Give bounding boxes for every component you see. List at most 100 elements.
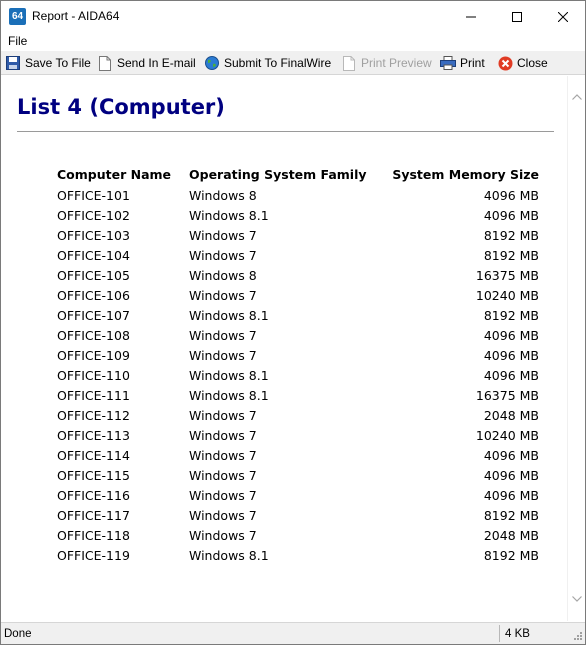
minimize-button[interactable] [448, 1, 494, 32]
computer-name-cell: OFFICE-110 [57, 367, 130, 383]
computer-name-cell: OFFICE-104 [57, 247, 130, 263]
computer-name-cell: OFFICE-117 [57, 507, 130, 523]
computer-name-cell: OFFICE-105 [57, 267, 130, 283]
os-family-cell: Windows 7 [189, 347, 257, 363]
report-size-text: 4 KB [505, 628, 530, 640]
status-bar: Done 4 KB [1, 622, 585, 644]
table-row: OFFICE-117 Windows 7 8192 MB [53, 505, 543, 525]
submit-finalwire-label: Submit To FinalWire [224, 56, 332, 70]
menu-bar: File [1, 32, 585, 51]
report-title: List 4 (Computer) [17, 95, 225, 119]
os-family-cell: Windows 7 [189, 447, 257, 463]
computer-name-cell: OFFICE-109 [57, 347, 130, 363]
computer-name-cell: OFFICE-116 [57, 487, 130, 503]
computer-name-cell: OFFICE-107 [57, 307, 130, 323]
memory-size-cell: 8192 MB [483, 547, 539, 563]
computer-name-cell: OFFICE-119 [57, 547, 130, 563]
save-to-file-button[interactable]: Save To File [5, 54, 91, 72]
document-icon [341, 55, 357, 71]
title-divider [17, 131, 554, 132]
table-row: OFFICE-109 Windows 7 4096 MB [53, 345, 543, 365]
maximize-icon [512, 11, 522, 22]
title-bar[interactable]: 64 Report - AIDA64 [1, 1, 585, 32]
table-row: OFFICE-119 Windows 8.1 8192 MB [53, 545, 543, 565]
close-label: Close [517, 56, 548, 70]
floppy-disk-icon [5, 55, 21, 71]
window-title: Report - AIDA64 [32, 9, 120, 23]
memory-size-cell: 4096 MB [483, 487, 539, 503]
report-content: List 4 (Computer) Computer Name Operatin… [2, 76, 567, 621]
menu-file[interactable]: File [8, 34, 27, 48]
memory-size-cell: 8192 MB [483, 227, 539, 243]
memory-size-cell: 16375 MB [475, 387, 539, 403]
table-row: OFFICE-111 Windows 8.1 16375 MB [53, 385, 543, 405]
chevron-down-icon [572, 596, 582, 602]
os-family-cell: Windows 8 [189, 267, 257, 283]
os-family-cell: Windows 7 [189, 427, 257, 443]
print-label: Print [460, 56, 485, 70]
submit-finalwire-button[interactable]: Submit To FinalWire [204, 54, 331, 72]
os-family-cell: Windows 7 [189, 527, 257, 543]
app-icon: 64 [9, 8, 26, 25]
chevron-up-icon [572, 94, 582, 100]
os-family-cell: Windows 8 [189, 187, 257, 203]
status-divider [499, 625, 500, 642]
print-button[interactable]: Print [440, 54, 485, 72]
memory-size-cell: 2048 MB [483, 527, 539, 543]
memory-size-cell: 4096 MB [483, 467, 539, 483]
table-row: OFFICE-104 Windows 7 8192 MB [53, 245, 543, 265]
column-header: Computer Name [57, 167, 172, 182]
os-family-cell: Windows 7 [189, 507, 257, 523]
scroll-down-button[interactable] [572, 594, 582, 604]
table-row: OFFICE-112 Windows 7 2048 MB [53, 405, 543, 425]
table-row: OFFICE-102 Windows 8.1 4096 MB [53, 205, 543, 225]
close-button[interactable]: Close [497, 54, 548, 72]
os-family-cell: Windows 8.1 [189, 547, 269, 563]
computer-name-cell: OFFICE-103 [57, 227, 130, 243]
column-header: Operating System Family [189, 167, 367, 182]
os-family-cell: Windows 8.1 [189, 207, 269, 223]
memory-size-cell: 10240 MB [475, 287, 539, 303]
os-family-cell: Windows 7 [189, 487, 257, 503]
os-family-cell: Windows 7 [189, 467, 257, 483]
maximize-button[interactable] [494, 1, 540, 32]
computer-name-cell: OFFICE-113 [57, 427, 130, 443]
computer-name-cell: OFFICE-106 [57, 287, 130, 303]
minimize-icon [466, 16, 476, 17]
computer-name-cell: OFFICE-108 [57, 327, 130, 343]
memory-size-cell: 4096 MB [483, 367, 539, 383]
window-close-button[interactable] [540, 1, 586, 32]
table-row: OFFICE-115 Windows 7 4096 MB [53, 465, 543, 485]
close-circle-icon [497, 55, 513, 71]
os-family-cell: Windows 8.1 [189, 387, 269, 403]
memory-size-cell: 8192 MB [483, 507, 539, 523]
os-family-cell: Windows 7 [189, 327, 257, 343]
table-row: OFFICE-114 Windows 7 4096 MB [53, 445, 543, 465]
vertical-scrollbar[interactable] [567, 76, 585, 621]
scroll-up-button[interactable] [572, 92, 582, 102]
computer-name-cell: OFFICE-118 [57, 527, 130, 543]
resize-grip-icon[interactable] [571, 631, 583, 643]
computer-name-cell: OFFICE-112 [57, 407, 130, 423]
save-to-file-label: Save To File [25, 56, 91, 70]
memory-size-cell: 8192 MB [483, 307, 539, 323]
toolbar: Save To File Send In E-mail Submit To Fi… [1, 51, 585, 75]
memory-size-cell: 4096 MB [483, 327, 539, 343]
memory-size-cell: 8192 MB [483, 247, 539, 263]
memory-size-cell: 16375 MB [475, 267, 539, 283]
os-family-cell: Windows 7 [189, 287, 257, 303]
table-row: OFFICE-105 Windows 8 16375 MB [53, 265, 543, 285]
status-text: Done [4, 628, 32, 640]
computer-name-cell: OFFICE-102 [57, 207, 130, 223]
os-family-cell: Windows 8.1 [189, 367, 269, 383]
send-email-label: Send In E-mail [117, 56, 196, 70]
os-family-cell: Windows 7 [189, 407, 257, 423]
send-email-button[interactable]: Send In E-mail [97, 54, 196, 72]
document-icon [97, 55, 113, 71]
report-window: 64 Report - AIDA64 File Save To File Sen… [0, 0, 586, 645]
os-family-cell: Windows 7 [189, 227, 257, 243]
print-preview-button[interactable]: Print Preview [341, 54, 432, 72]
report-table: Computer Name Operating System Family Sy… [53, 164, 543, 565]
table-row: OFFICE-103 Windows 7 8192 MB [53, 225, 543, 245]
os-family-cell: Windows 8.1 [189, 307, 269, 323]
